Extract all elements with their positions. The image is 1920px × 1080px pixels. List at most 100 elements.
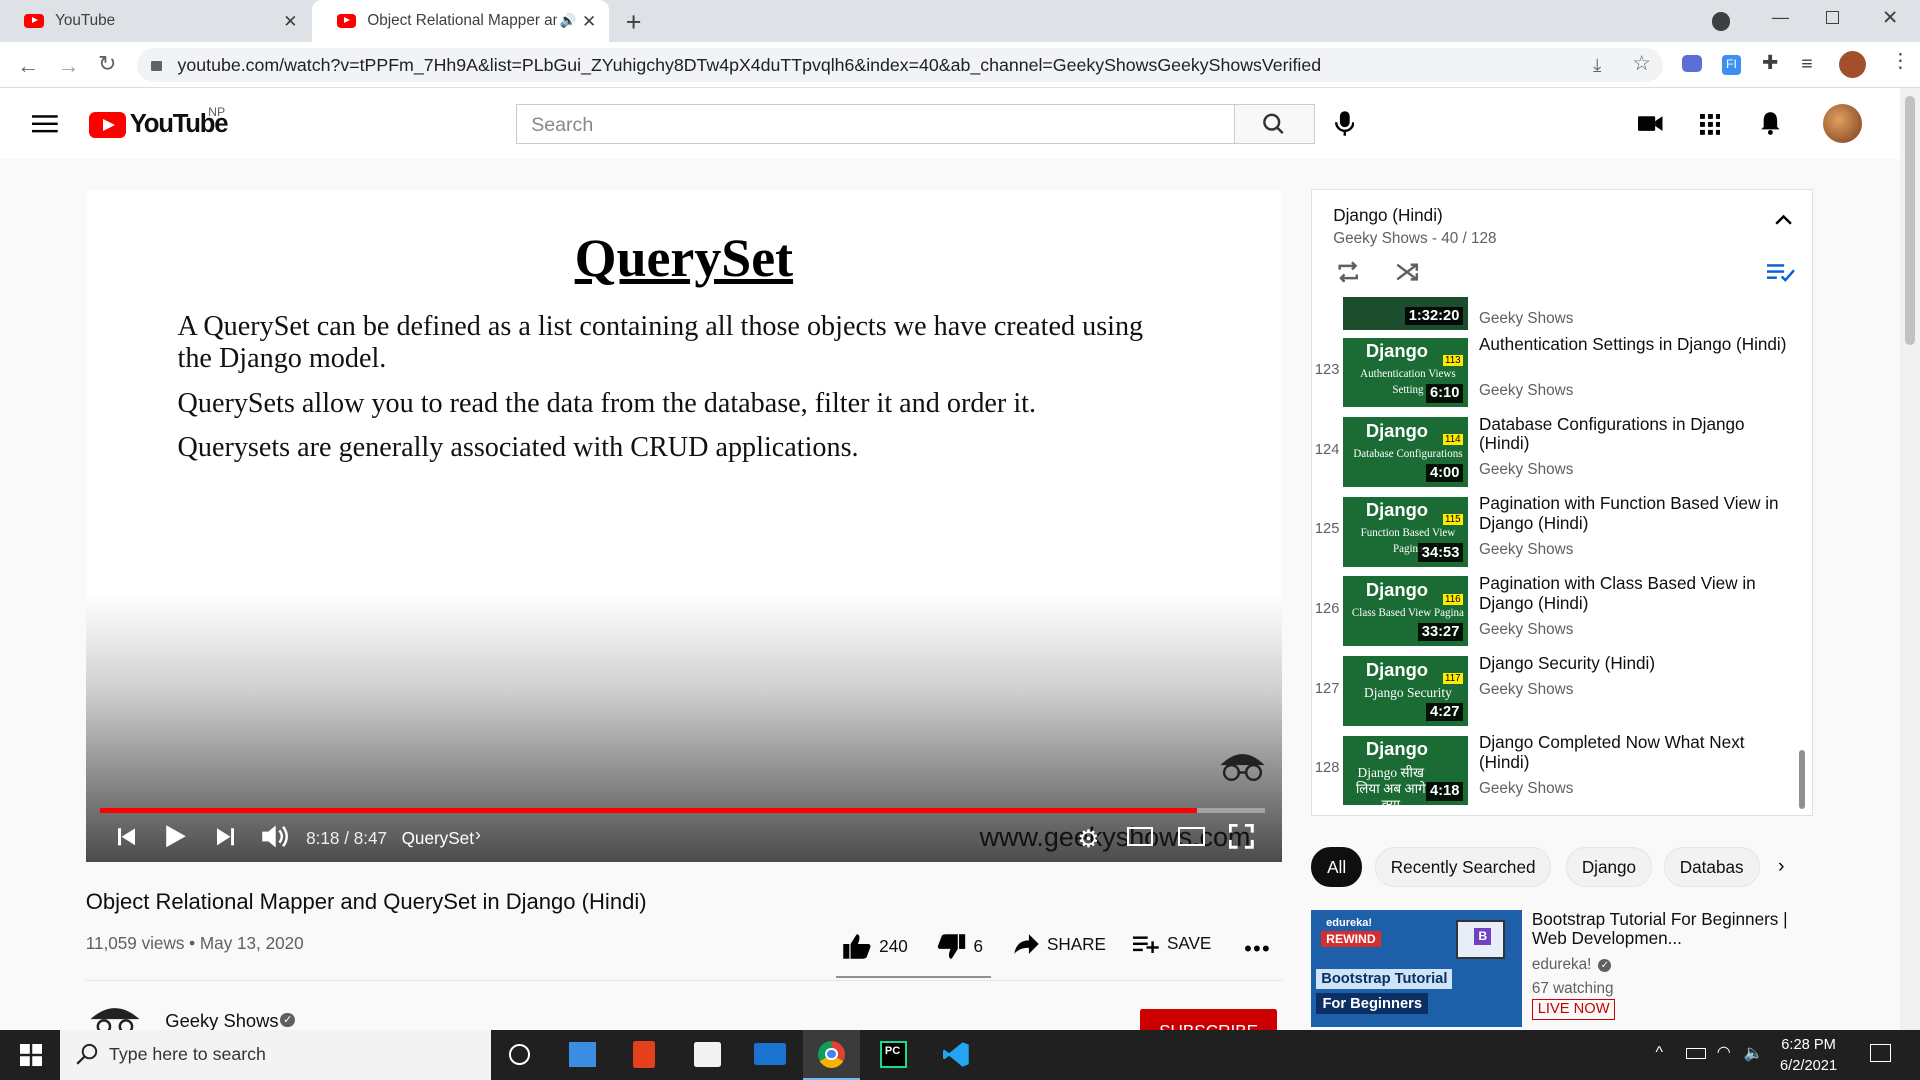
duration-badge: 4:18 — [1426, 782, 1464, 801]
close-tab-icon[interactable]: ✕ — [582, 11, 596, 32]
chip-recently-searched[interactable]: Recently Searched — [1375, 847, 1552, 887]
video-thumbnail: 1:32:20 — [1343, 297, 1468, 331]
microphone-icon[interactable] — [1334, 110, 1355, 137]
channel-avatar-icon[interactable] — [88, 1002, 142, 1034]
chips-next-chevron-icon[interactable]: › — [1778, 855, 1785, 878]
duration-badge: 4:00 — [1426, 463, 1464, 483]
lock-icon[interactable] — [150, 61, 162, 71]
close-tab-icon[interactable]: ✕ — [283, 11, 297, 32]
notifications-bell-icon[interactable] — [1760, 111, 1781, 136]
volume-icon[interactable] — [261, 823, 290, 850]
youtube-favicon-icon — [336, 14, 357, 28]
search-input[interactable]: Search — [515, 104, 1236, 145]
video-title: Django Security (Hindi) — [1478, 652, 1656, 673]
extension-2-icon[interactable]: FI — [1721, 55, 1742, 75]
mail-icon[interactable] — [754, 1043, 787, 1066]
reading-list-icon[interactable]: ≡ — [1801, 53, 1812, 76]
playlist-title[interactable]: Django (Hindi) — [1333, 205, 1442, 226]
back-arrow-icon[interactable]: ← — [17, 53, 39, 79]
maximize-button[interactable] — [1825, 11, 1840, 25]
playlist-item[interactable]: 124 Django 114 Database Configurations 4:… — [1312, 413, 1807, 493]
share-arrow-icon — [1013, 934, 1039, 954]
chapter-title[interactable]: QuerySet — [402, 828, 474, 849]
bookmark-star-icon[interactable]: ☆ — [1632, 51, 1651, 76]
more-actions-icon[interactable]: ••• — [1244, 936, 1271, 962]
like-button[interactable]: 240 — [842, 933, 908, 960]
collapse-chevron-icon[interactable] — [1775, 214, 1793, 226]
playlist-scrollbar[interactable] — [1798, 750, 1805, 810]
video-player[interactable]: QuerySet A QuerySet can be defined as a … — [85, 189, 1283, 863]
view-count-date: 11,059 views • May 13, 2020 — [85, 933, 304, 954]
chip-all[interactable]: All — [1311, 847, 1362, 887]
thumb-line-2: For Beginners — [1316, 993, 1429, 1014]
recommended-thumbnail[interactable]: edureka! REWIND B Bootstrap Tutorial For… — [1311, 909, 1523, 1028]
tab-title: YouTube — [55, 11, 116, 29]
clock[interactable]: 6:28 PM 6/2/2021 — [1773, 1035, 1844, 1077]
volume-tray-icon[interactable]: 🔈 — [1744, 1043, 1764, 1063]
chip-database[interactable]: Databas — [1664, 847, 1760, 887]
taskbar-search-input[interactable]: Type here to search — [60, 1029, 492, 1080]
share-button[interactable]: SHARE — [1013, 933, 1106, 955]
recommended-channel[interactable]: edureka! — [1532, 956, 1592, 974]
chapter-chevron-icon[interactable]: › — [475, 824, 481, 845]
search-button[interactable] — [1234, 104, 1316, 145]
clock-time: 6:28 PM — [1781, 1036, 1836, 1053]
battery-icon[interactable] — [1686, 1048, 1706, 1060]
store-icon[interactable] — [694, 1042, 722, 1067]
loop-icon[interactable] — [1336, 260, 1360, 283]
extensions-puzzle-icon[interactable]: ✚ — [1762, 51, 1778, 75]
tab-search-icon[interactable] — [1711, 12, 1731, 31]
recommended-title[interactable]: Bootstrap Tutorial For Beginners | Web D… — [1532, 909, 1789, 949]
previous-button[interactable] — [117, 827, 135, 847]
forward-arrow-icon[interactable]: → — [58, 53, 80, 79]
tray-chevron-icon[interactable]: ^ — [1656, 1044, 1663, 1062]
save-playlist-check-icon[interactable] — [1766, 263, 1796, 283]
office-icon[interactable] — [633, 1040, 656, 1068]
save-button[interactable]: SAVE — [1132, 933, 1211, 954]
install-icon[interactable]: ⤓ — [1593, 54, 1601, 76]
minimize-button[interactable]: — — [1772, 7, 1789, 28]
theater-mode-icon[interactable] — [1177, 826, 1205, 847]
audio-playing-icon[interactable]: 🔊 — [560, 13, 577, 29]
next-button[interactable] — [216, 827, 234, 847]
video-title: Database Configurations in Django (Hindi… — [1478, 413, 1745, 454]
close-window-button[interactable]: ✕ — [1882, 6, 1898, 30]
reload-icon[interactable]: ↻ — [98, 51, 116, 77]
playlist-item[interactable]: 125 Django 115 Function Based View Pagina… — [1312, 494, 1807, 572]
task-view-icon[interactable] — [569, 1042, 597, 1067]
windows-start-icon[interactable] — [19, 1044, 42, 1067]
progress-track[interactable] — [100, 808, 1265, 814]
play-button[interactable] — [165, 824, 187, 848]
create-video-icon[interactable] — [1638, 115, 1663, 132]
video-thumbnail: Django 114 Database Configurations 4:00 — [1343, 417, 1468, 488]
apps-grid-icon[interactable] — [1699, 113, 1721, 135]
shuffle-icon[interactable] — [1396, 261, 1420, 283]
dislike-button[interactable]: 6 — [937, 933, 983, 960]
playlist-item[interactable]: 123 Django 113 Authentication Views Setti… — [1312, 334, 1807, 413]
tab-youtube[interactable]: YouTube ✕ — [0, 0, 310, 42]
page-scrollbar-thumb[interactable] — [1905, 95, 1916, 346]
browser-menu-icon[interactable]: ⋮ — [1891, 49, 1911, 73]
fullscreen-icon[interactable] — [1229, 824, 1254, 849]
settings-gear-icon[interactable]: ⚙ — [1078, 824, 1100, 854]
playlist-item[interactable]: 127 Django 117 Django Security 4:27 Djang… — [1312, 652, 1807, 732]
tab-active-video[interactable]: Object Relational Mapper an 🔊 ✕ — [312, 0, 609, 42]
extension-1-icon[interactable] — [1682, 55, 1703, 73]
chip-django[interactable]: Django — [1566, 847, 1652, 887]
playlist-item[interactable]: 126 Django 116 Class Based View Pagina 33… — [1312, 573, 1807, 652]
url-text[interactable]: youtube.com/watch?v=tPPFm_7Hh9A&list=PLb… — [178, 55, 1322, 76]
playlist-item-partial[interactable]: 1:32:20 Geeky Shows — [1312, 297, 1807, 336]
hamburger-menu-icon[interactable] — [31, 114, 58, 134]
vscode-icon[interactable] — [942, 1041, 970, 1068]
youtube-logo[interactable]: YouTube — [89, 110, 229, 139]
channel-name: Geeky Shows — [1478, 779, 1574, 797]
new-tab-button[interactable]: + — [626, 7, 642, 38]
playlist-item[interactable]: 128 Django Django सीख लिया अब आगे क्या 4… — [1312, 732, 1807, 811]
chrome-taskbar-active[interactable] — [803, 1029, 860, 1080]
subscribe-button[interactable]: SUBSCRIBE — [1140, 1008, 1278, 1030]
action-center-icon[interactable] — [1869, 1044, 1891, 1062]
miniplayer-icon[interactable] — [1126, 826, 1154, 847]
wifi-icon[interactable]: ◠ — [1717, 1042, 1731, 1062]
pycharm-icon[interactable]: PC — [880, 1040, 908, 1068]
bootstrap-logo-icon: B — [1474, 928, 1492, 946]
